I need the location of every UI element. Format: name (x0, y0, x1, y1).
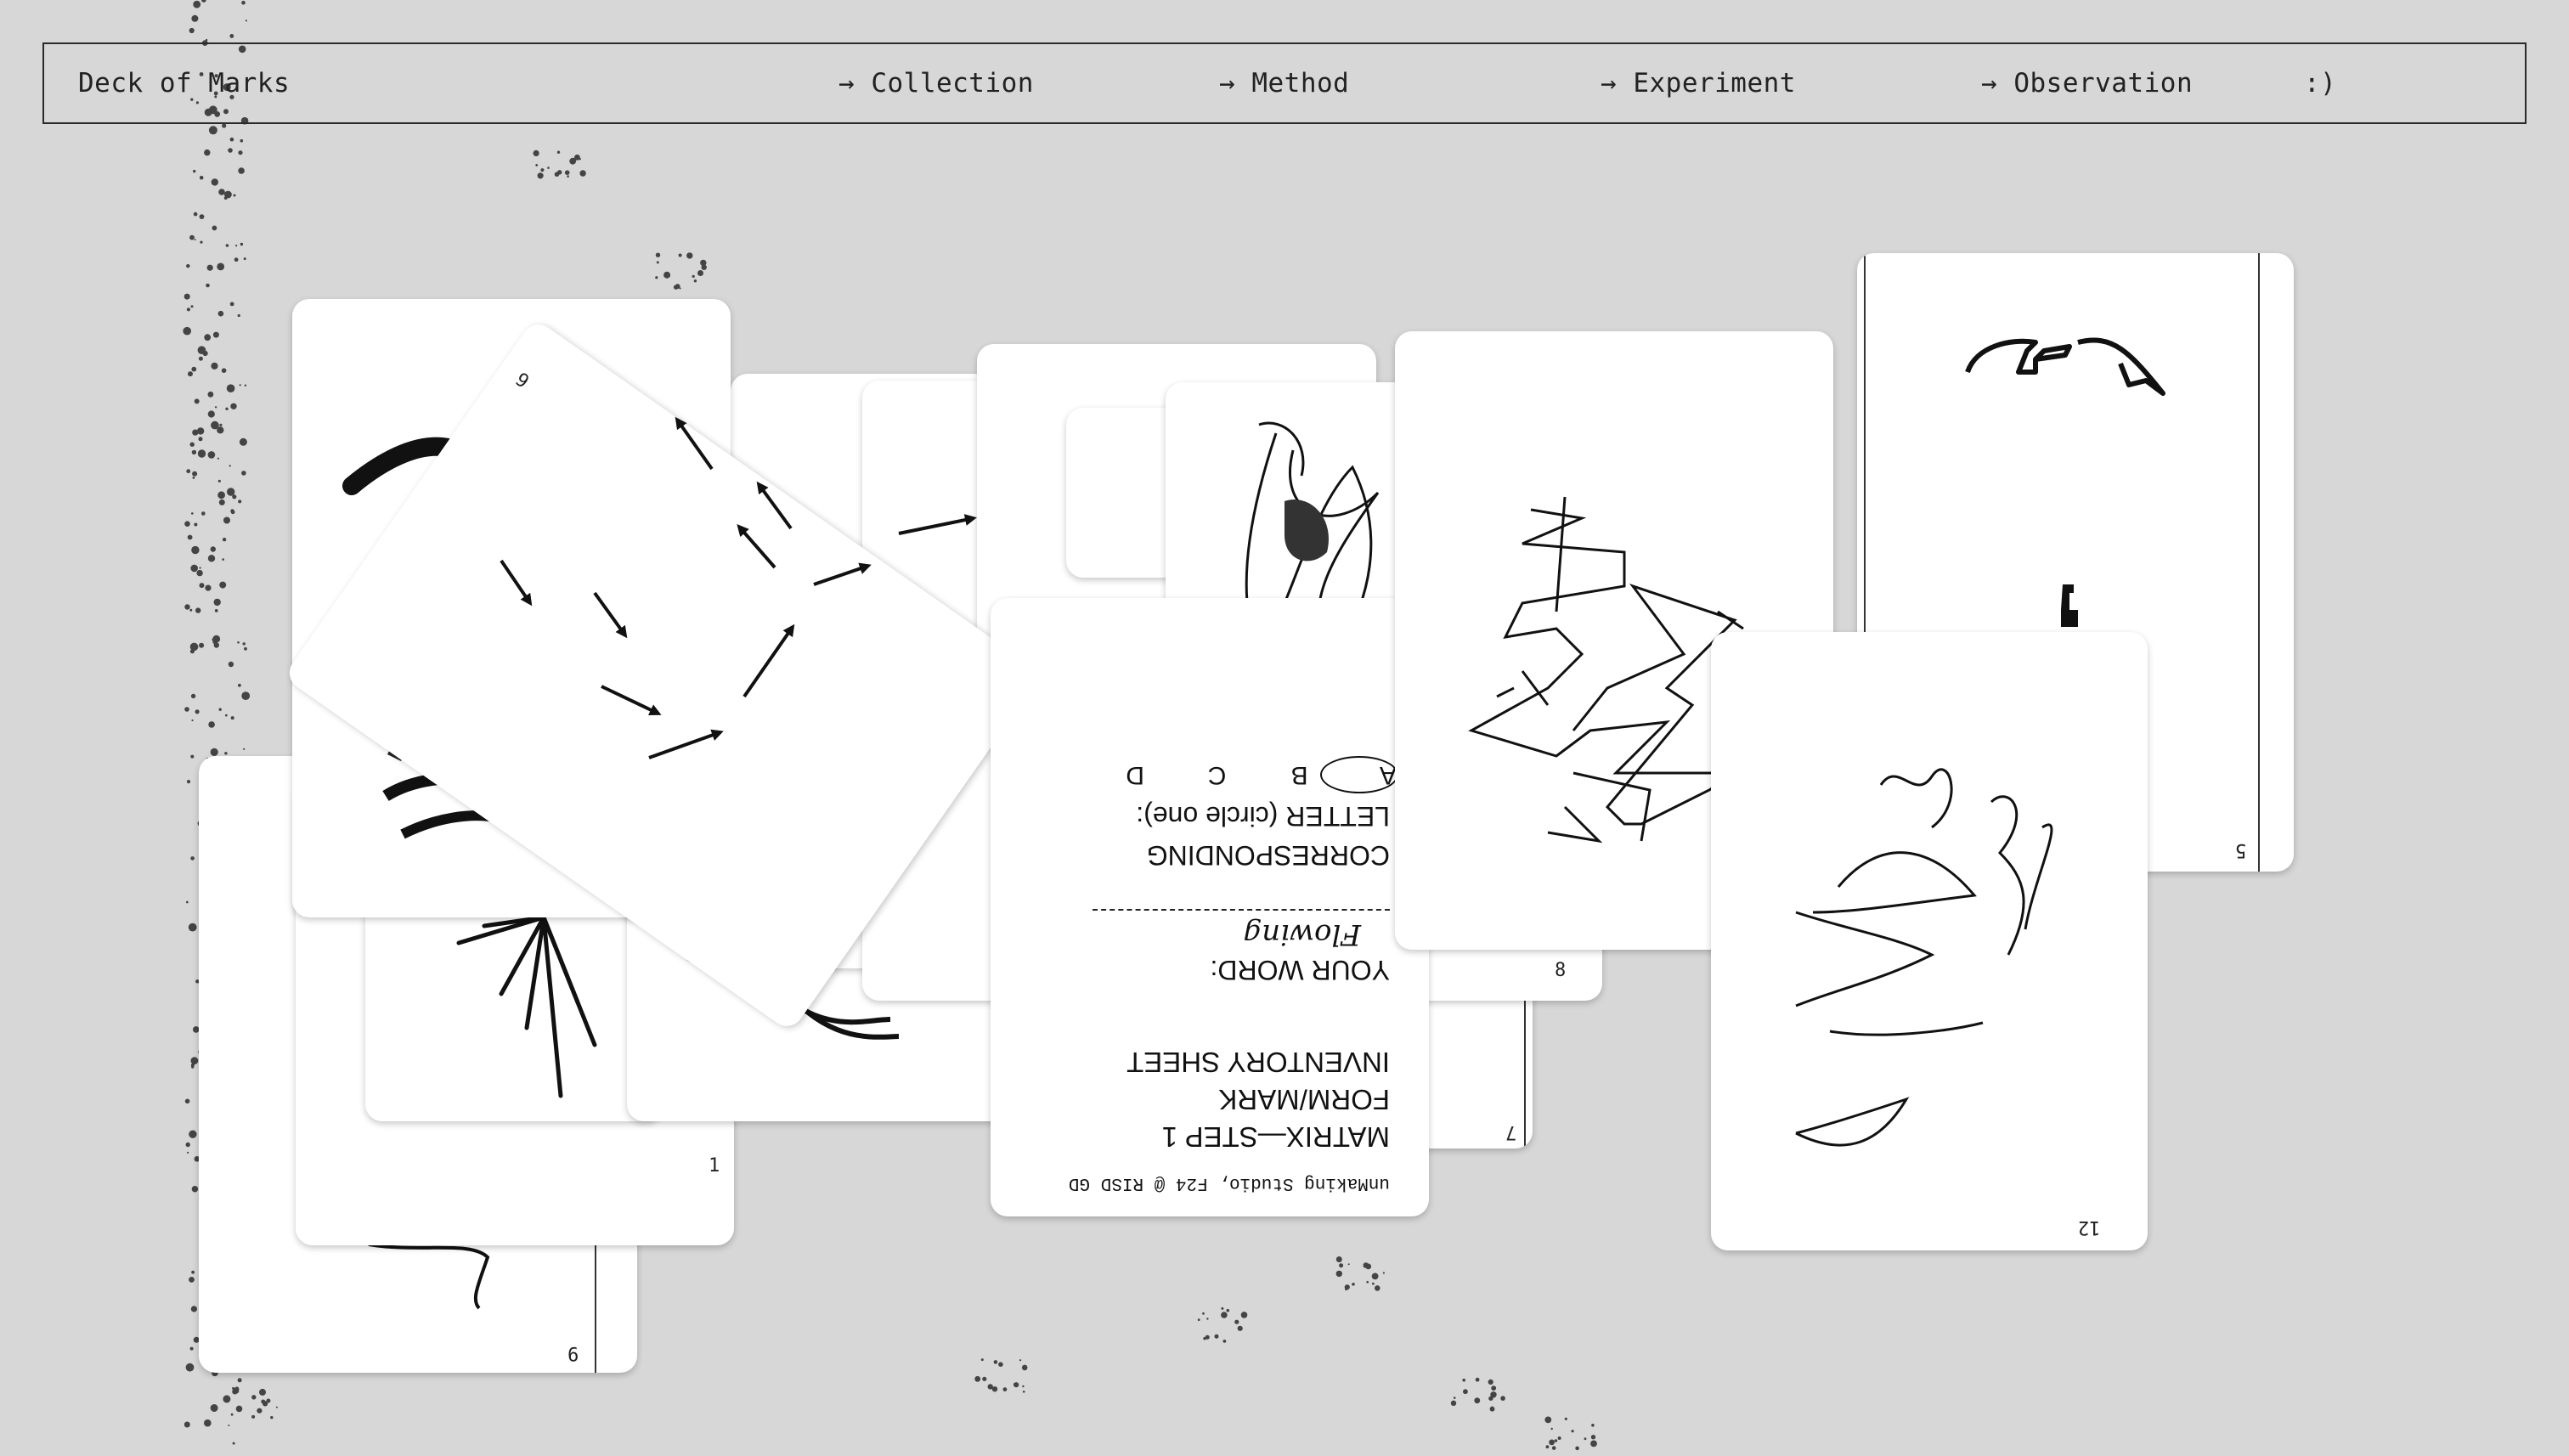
mark-card-12[interactable]: 12 (1711, 632, 2148, 1250)
letter-options: A B C D (1070, 756, 1398, 793)
card-number: 12 (2078, 1216, 2101, 1238)
letter-option-a-circled: A (1320, 756, 1398, 793)
card-number: 5 (2235, 839, 2247, 861)
inventory-sheet-content: unMaking Studio, F24 @ RISD GD MATRIX—ST… (991, 598, 1429, 1216)
corresponding-letter-label: CORRESPONDING LETTER (circle one): (1136, 801, 1390, 871)
studio-credit: unMaking Studio, F24 @ RISD GD (1068, 1173, 1390, 1193)
letter-option-b: B (1290, 761, 1308, 789)
squiggle-drawing (1795, 768, 2053, 1147)
your-word-answer: Flowing (1243, 917, 1361, 951)
sheet-title: MATRIX—STEP 1 FORM/MARK INVENTORY SHEET (1126, 1047, 1390, 1153)
card-margin-line (2258, 253, 2260, 872)
answer-line (1093, 909, 1390, 911)
letter-option-d: D (1126, 761, 1144, 789)
inventory-sheet-card[interactable]: unMaking Studio, F24 @ RISD GD MATRIX—ST… (991, 598, 1429, 1216)
your-word-label: YOUR WORD: (1210, 955, 1390, 985)
letter-option-c: C (1207, 761, 1227, 789)
